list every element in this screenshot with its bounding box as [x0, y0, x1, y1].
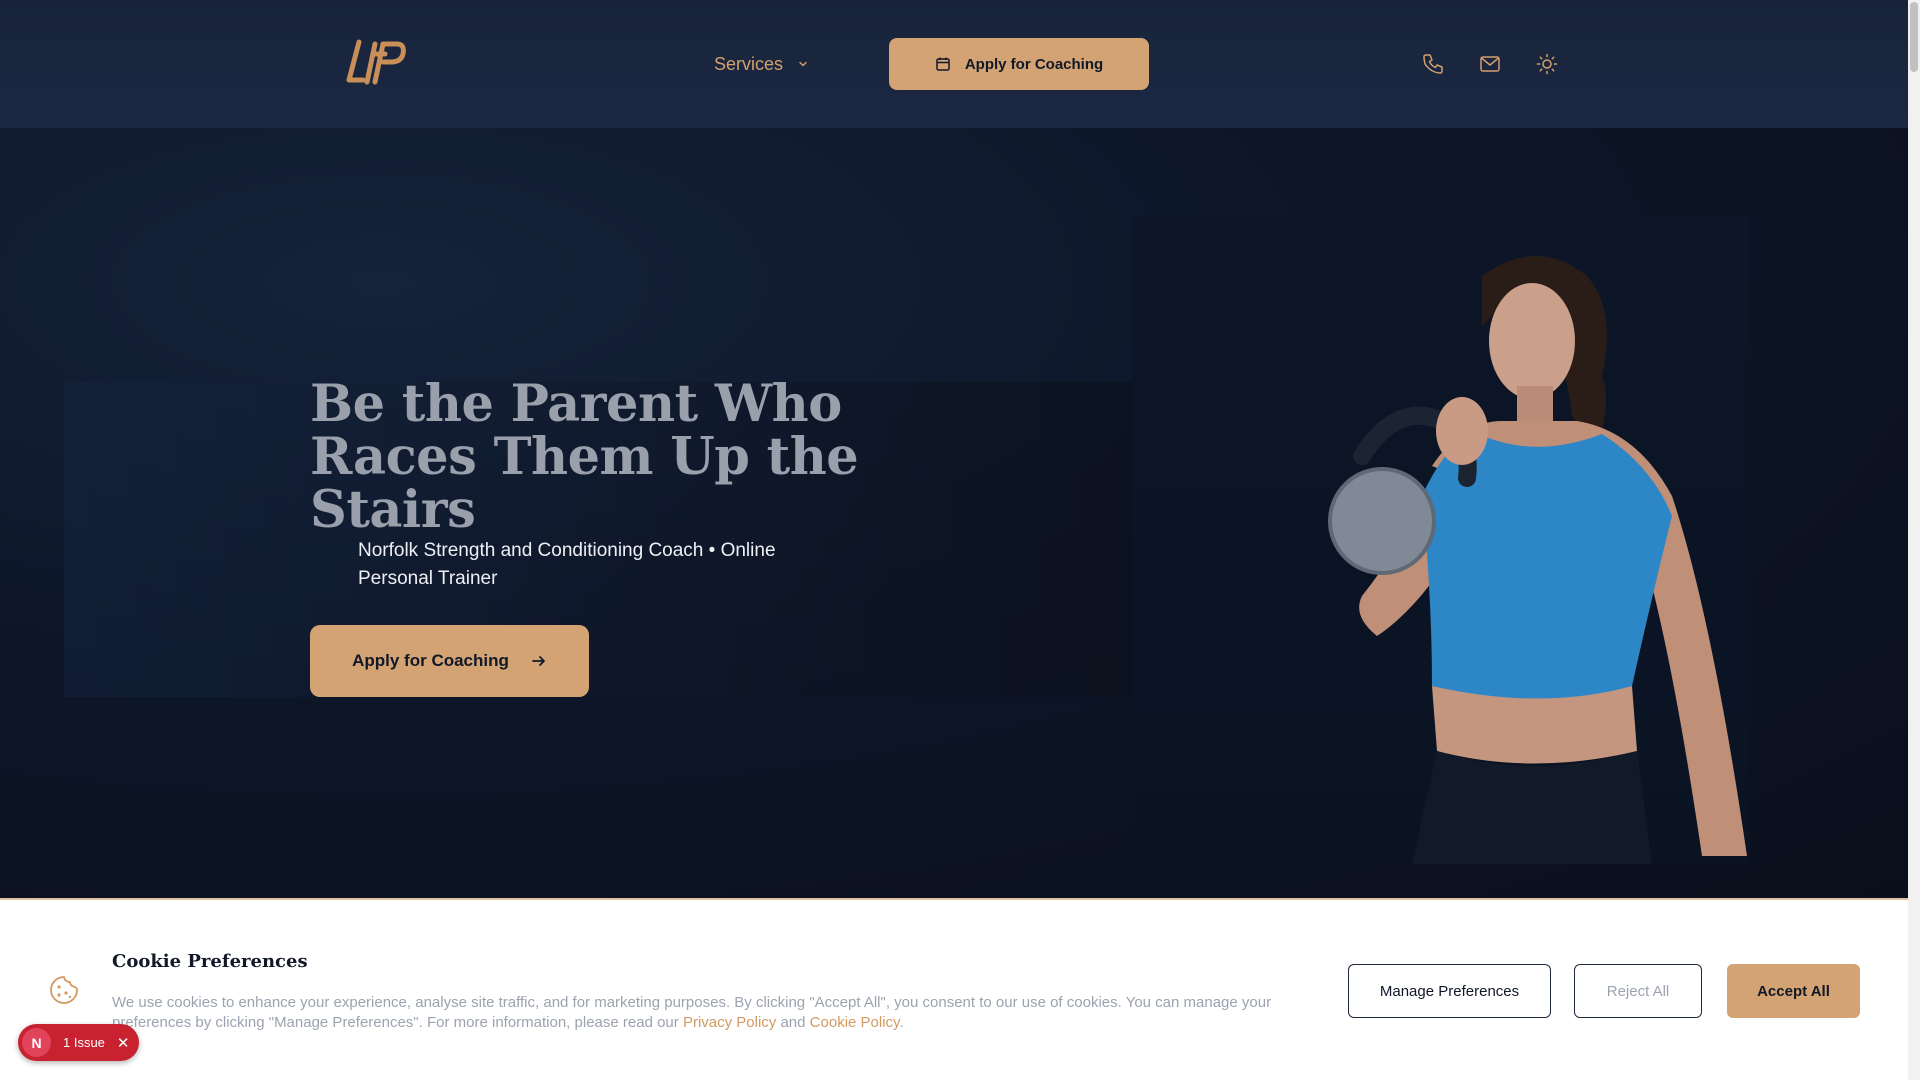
nextjs-logo-icon: N — [22, 1028, 51, 1057]
hero-section: Be the Parent Who Races Them Up the Stai… — [0, 128, 1908, 898]
brand-logo[interactable] — [345, 36, 407, 88]
chevron-down-icon — [799, 61, 807, 67]
scrollbar-thumb[interactable] — [1910, 2, 1918, 72]
issue-badge[interactable]: N 1 Issue ✕ — [18, 1024, 139, 1061]
arrow-right-icon — [531, 656, 545, 666]
manage-preferences-button[interactable]: Manage Preferences — [1348, 964, 1551, 1018]
cookie-description: We use cookies to enhance your experienc… — [112, 993, 1292, 1033]
cookie-text-and: and — [776, 1014, 810, 1031]
accept-all-button[interactable]: Accept All — [1727, 964, 1860, 1018]
phone-icon[interactable] — [1421, 52, 1445, 76]
cookie-policy-link[interactable]: Cookie Policy — [810, 1014, 900, 1031]
site-header: Services Apply for Coaching — [0, 0, 1908, 128]
sun-icon[interactable] — [1535, 52, 1559, 76]
privacy-policy-link[interactable]: Privacy Policy — [683, 1014, 776, 1031]
cookie-title: Cookie Preferences — [112, 951, 308, 972]
hero-apply-button[interactable]: Apply for Coaching — [310, 625, 589, 697]
services-label: Services — [714, 53, 784, 74]
header-apply-label: Apply for Coaching — [964, 55, 1104, 73]
mail-icon[interactable] — [1478, 52, 1502, 76]
services-menu[interactable]: Services — [714, 50, 809, 78]
reject-all-button[interactable]: Reject All — [1574, 964, 1702, 1018]
page-scrollbar[interactable] — [1908, 0, 1920, 1080]
hero-apply-label: Apply for Coaching — [352, 651, 509, 670]
cookie-text-period: . — [899, 1014, 904, 1031]
header-apply-button[interactable]: Apply for Coaching — [889, 38, 1149, 90]
calendar-icon — [936, 57, 950, 71]
close-icon[interactable]: ✕ — [117, 1034, 130, 1052]
hero-subtitle: Norfolk Strength and Conditioning Coach … — [358, 540, 776, 589]
hero-photo — [1132, 216, 1750, 864]
issue-count-label: 1 Issue — [63, 1035, 105, 1050]
hero-title: Be the Parent Who Races Them Up the Stai… — [310, 374, 859, 540]
page: Services Apply for Coaching Be the Paren… — [0, 0, 1908, 1080]
cookie-icon — [50, 976, 78, 1004]
